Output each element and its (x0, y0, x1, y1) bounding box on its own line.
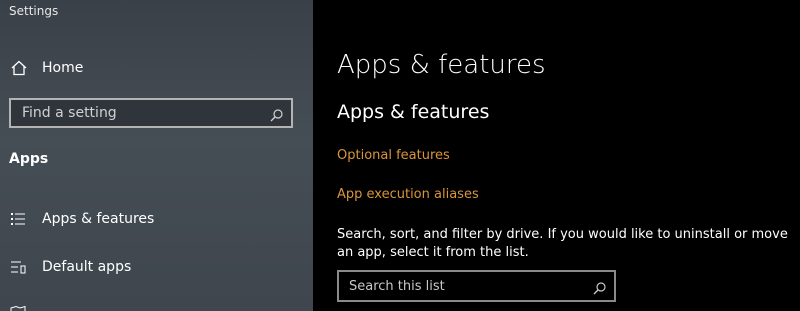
sidebar-item-label: Apps & features (42, 211, 155, 227)
sidebar-item-offline-maps[interactable] (10, 302, 26, 311)
sidebar: Settings Home Apps Apps & features (0, 0, 313, 311)
home-nav-item[interactable]: Home (10, 58, 83, 78)
section-header-apps: Apps (9, 151, 49, 167)
section-title: Apps & features (337, 101, 490, 123)
search-icon[interactable] (270, 107, 283, 126)
window-title: Settings (9, 4, 59, 18)
find-setting-input[interactable] (11, 100, 291, 126)
sidebar-item-label: Default apps (42, 259, 132, 275)
app-execution-aliases-link[interactable]: App execution aliases (337, 187, 479, 202)
main-content: Apps & features Apps & features Optional… (313, 0, 800, 311)
optional-features-link[interactable]: Optional features (337, 148, 450, 163)
default-apps-list-icon (10, 259, 26, 275)
home-icon (10, 59, 28, 77)
search-list-input[interactable] (339, 272, 614, 300)
home-label: Home (42, 60, 84, 76)
search-list-box[interactable] (337, 270, 616, 302)
offline-maps-icon (10, 305, 26, 311)
apps-features-list-icon (10, 211, 26, 227)
find-setting-search-box[interactable] (9, 98, 293, 128)
description-text: Search, sort, and filter by drive. If yo… (337, 227, 788, 260)
page-title: Apps & features (337, 50, 546, 80)
search-icon[interactable] (593, 280, 606, 299)
sidebar-item-default-apps[interactable]: Default apps (10, 256, 131, 278)
sidebar-item-apps-features[interactable]: Apps & features (10, 208, 154, 230)
